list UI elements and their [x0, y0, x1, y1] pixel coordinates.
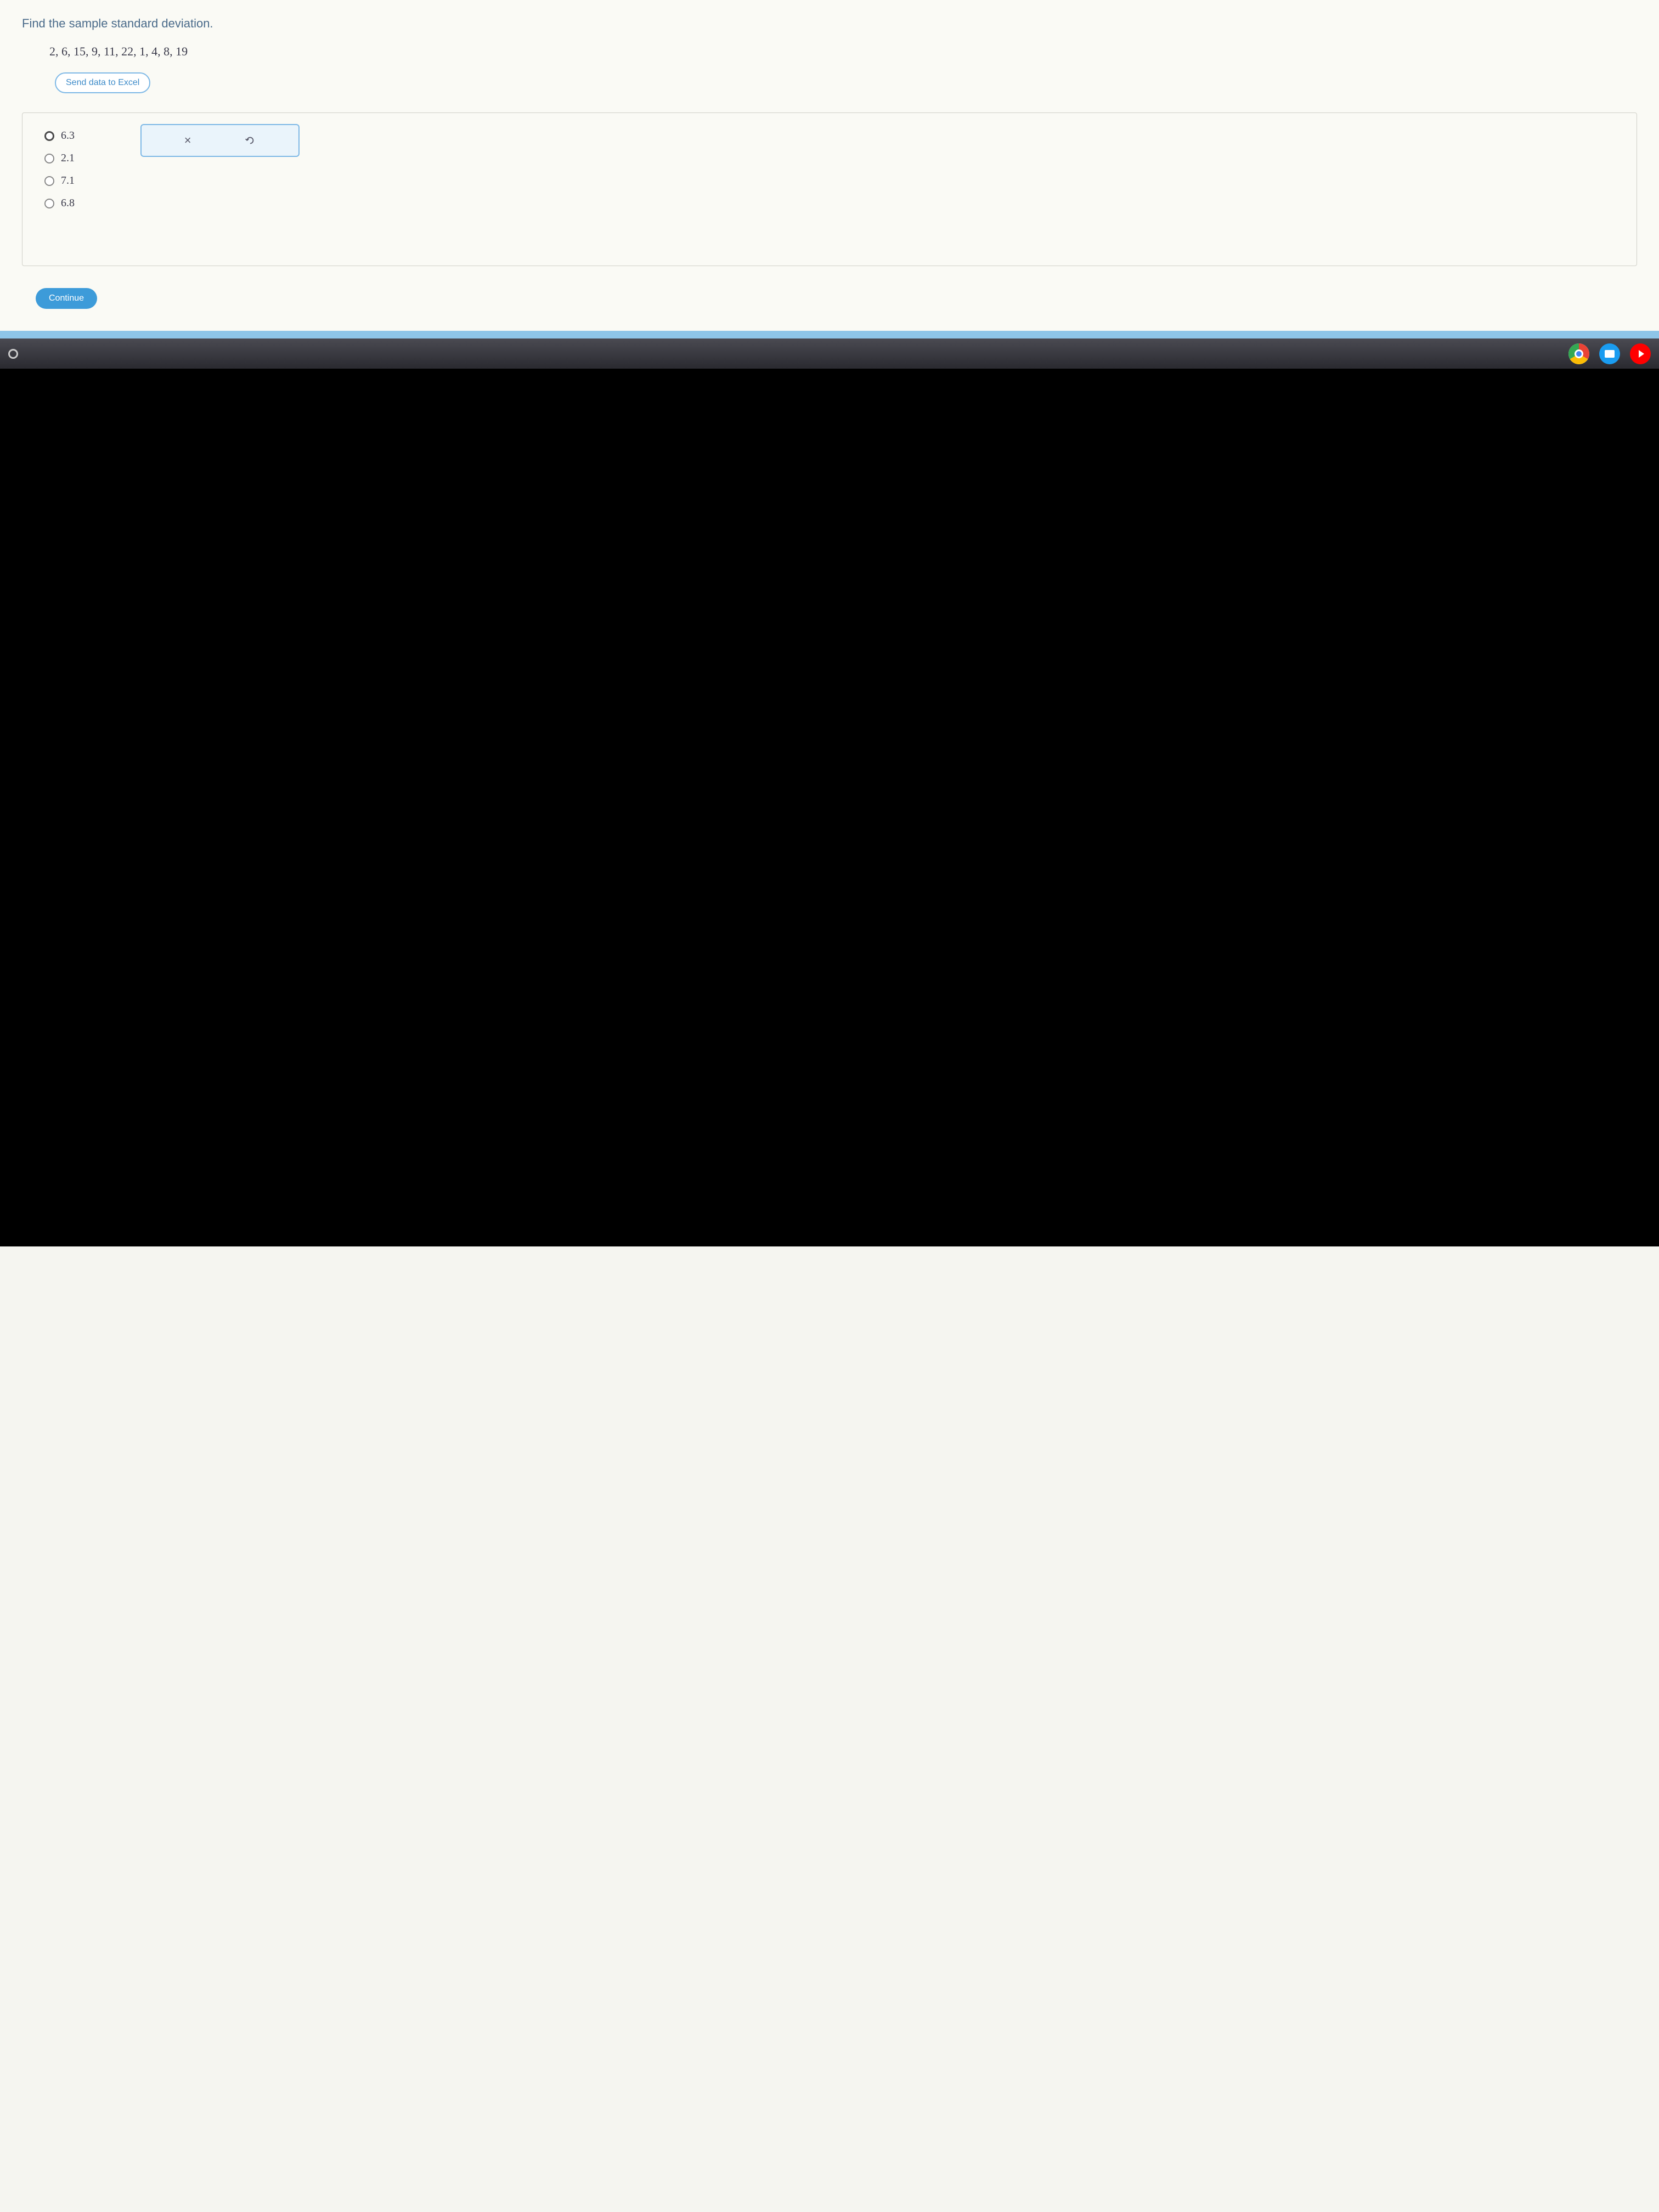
youtube-app-icon[interactable]	[1630, 343, 1651, 364]
option-label-2: 2.1	[61, 152, 75, 165]
option-row-4[interactable]: 6.8	[44, 197, 1615, 210]
clear-button[interactable]: ×	[184, 133, 191, 148]
continue-button[interactable]: Continue	[36, 288, 97, 309]
taskbar-left	[8, 349, 18, 359]
radio-button-1[interactable]	[44, 131, 54, 141]
data-values: 2, 6, 15, 9, 11, 22, 1, 4, 8, 19	[49, 44, 1637, 59]
radio-button-4[interactable]	[44, 199, 54, 208]
option-label-1: 6.3	[61, 129, 75, 142]
radio-button-2[interactable]	[44, 154, 54, 163]
feedback-toolbar: ×	[140, 124, 300, 157]
play-icon	[1639, 350, 1644, 358]
taskbar	[0, 338, 1659, 369]
undo-button[interactable]	[244, 134, 256, 146]
undo-icon	[244, 134, 256, 146]
send-data-to-excel-button[interactable]: Send data to Excel	[55, 72, 150, 93]
option-label-4: 6.8	[61, 197, 75, 210]
files-app-icon[interactable]	[1599, 343, 1620, 364]
files-icon-inner	[1605, 350, 1615, 358]
chrome-icon-inner	[1568, 343, 1589, 364]
launcher-icon[interactable]	[8, 349, 18, 359]
answer-panel: 6.3 2.1 7.1 6.8 ×	[22, 112, 1637, 266]
option-label-3: 7.1	[61, 174, 75, 187]
question-content: Find the sample standard deviation. 2, 6…	[0, 0, 1659, 331]
chrome-icon-center	[1575, 349, 1583, 358]
chrome-app-icon[interactable]	[1568, 343, 1589, 364]
option-row-3[interactable]: 7.1	[44, 174, 1615, 187]
below-screen-area	[0, 369, 1659, 1246]
radio-button-3[interactable]	[44, 176, 54, 186]
question-prompt: Find the sample standard deviation.	[22, 16, 1637, 31]
progress-bar	[0, 331, 1659, 338]
taskbar-right	[1568, 343, 1651, 364]
x-icon: ×	[184, 133, 191, 148]
